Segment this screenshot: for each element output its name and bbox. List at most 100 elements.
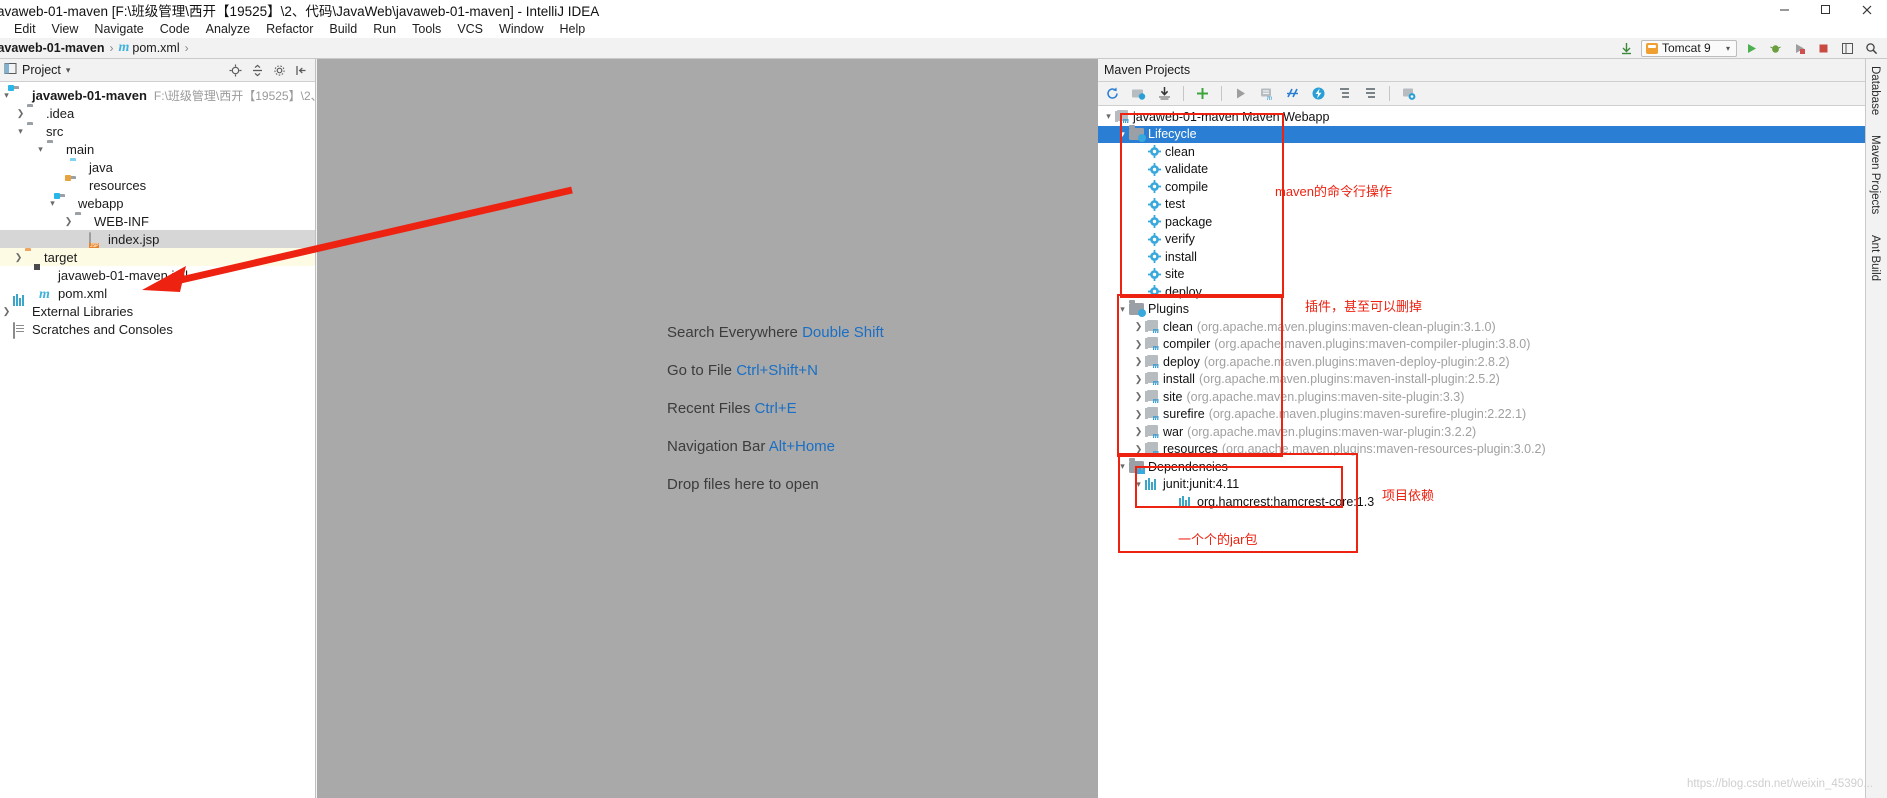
tree-row-external-libraries[interactable]: ❯ External Libraries <box>0 293 315 320</box>
show-settings-icon[interactable] <box>1398 84 1419 104</box>
tree-row-idea[interactable]: ❯ .idea <box>0 104 315 122</box>
menu-item-view[interactable]: View <box>44 19 87 38</box>
tree-row-resources[interactable]: ❯ resources <box>0 174 315 194</box>
maven-row-goal-site[interactable]: site <box>1098 266 1887 284</box>
download-sources-icon[interactable] <box>1154 84 1175 104</box>
maven-row-goal-deploy[interactable]: deploy <box>1098 283 1887 301</box>
breadcrumb-item-pom[interactable]: m pom.xml <box>118 40 179 56</box>
run-icon[interactable] <box>1230 84 1251 104</box>
chevron-right-icon[interactable]: ❯ <box>1132 335 1145 353</box>
maven-row-plugin-clean[interactable]: ❯ m clean (org.apache.maven.plugins:mave… <box>1098 318 1887 336</box>
maven-row-plugin-war[interactable]: ❯ m war (org.apache.maven.plugins:maven-… <box>1098 423 1887 441</box>
layout-icon[interactable] <box>1838 40 1857 57</box>
chevron-right-icon[interactable]: ❯ <box>1132 423 1145 441</box>
menu-item-analyze[interactable]: Analyze <box>198 19 258 38</box>
tree-row-src[interactable]: ▾ src <box>0 122 315 140</box>
chevron-down-icon[interactable]: ▾ <box>14 122 27 140</box>
stop-button[interactable] <box>1814 40 1833 57</box>
run-button[interactable] <box>1742 40 1761 57</box>
debug-button[interactable] <box>1766 40 1785 57</box>
maven-row-lifecycle[interactable]: ▾ Lifecycle <box>1098 125 1887 143</box>
tree-row-webapp[interactable]: ▾ webapp <box>0 192 315 212</box>
chevron-down-icon[interactable]: ▾ <box>34 140 47 158</box>
tree-row-index-jsp[interactable]: ❯ index.jsp <box>0 230 315 249</box>
search-icon[interactable] <box>1862 40 1881 57</box>
maven-row-dependency-junit[interactable]: ▾ junit:junit:4.11 <box>1098 476 1887 494</box>
download-icon[interactable] <box>1617 40 1636 57</box>
hide-icon[interactable] <box>293 62 309 78</box>
menu-item-refactor[interactable]: Refactor <box>258 19 321 38</box>
breadcrumb-item-project[interactable]: javaweb-01-maven <box>0 41 104 55</box>
collapse-icon[interactable] <box>1334 84 1355 104</box>
maven-row-dependencies[interactable]: ▾ Dependencies <box>1098 457 1887 476</box>
maven-row-goal-validate[interactable]: validate <box>1098 161 1887 179</box>
menu-item-window[interactable]: Window <box>491 19 551 38</box>
tree-row-java[interactable]: ❯ java <box>0 158 315 176</box>
chevron-down-icon[interactable]: ▾ <box>1116 300 1129 318</box>
add-maven-project-icon[interactable] <box>1192 84 1213 104</box>
chevron-down-icon[interactable]: ▾ <box>1116 458 1129 476</box>
chevron-down-icon[interactable]: ▾ <box>1132 475 1145 493</box>
reimport-icon[interactable] <box>1102 84 1123 104</box>
chevron-right-icon[interactable]: ❯ <box>1132 405 1145 423</box>
menu-item-navigate[interactable]: Navigate <box>86 19 151 38</box>
expand-icon[interactable] <box>1360 84 1381 104</box>
tree-row-main[interactable]: ▾ main <box>0 140 315 158</box>
tree-row-scratches[interactable]: ❯ Scratches and Consoles <box>0 320 315 339</box>
chevron-right-icon[interactable]: ❯ <box>62 212 75 230</box>
toggle-skip-tests-icon[interactable] <box>1282 84 1303 104</box>
tree-row-module[interactable]: ▾ javaweb-01-maven F:\班级管理\西开【19525】\2、代… <box>0 84 375 104</box>
tree-row-target[interactable]: ❯ target <box>0 248 315 266</box>
close-button[interactable] <box>1846 0 1887 19</box>
chevron-right-icon[interactable]: ❯ <box>12 248 25 266</box>
maven-row-goal-verify[interactable]: verify <box>1098 231 1887 249</box>
maven-row-plugin-surefire[interactable]: ❯ m surefire (org.apache.maven.plugins:m… <box>1098 406 1887 424</box>
maximize-button[interactable] <box>1805 0 1846 19</box>
chevron-right-icon[interactable]: ❯ <box>14 104 27 122</box>
chevron-right-icon[interactable]: ❯ <box>1132 370 1145 388</box>
execute-goal-icon[interactable]: m <box>1256 84 1277 104</box>
menu-item-help[interactable]: Help <box>551 19 593 38</box>
maven-row-dependency-hamcrest[interactable]: ❯ org.hamcrest:hamcrest-core:1.3 <box>1098 493 1887 511</box>
tool-button-database[interactable]: Database <box>1866 59 1884 122</box>
chevron-down-icon[interactable]: ▾ <box>1102 108 1115 126</box>
menu-item-tools[interactable]: Tools <box>404 19 449 38</box>
maven-row-goal-clean[interactable]: clean <box>1098 143 1887 161</box>
collapse-all-icon[interactable] <box>249 62 265 78</box>
maven-row-goal-package[interactable]: package <box>1098 213 1887 231</box>
maven-row-module[interactable]: ▾ m javaweb-01-maven Maven Webapp <box>1098 108 1887 126</box>
tool-button-maven-projects[interactable]: Maven Projects <box>1866 128 1884 221</box>
tree-row-webinf[interactable]: ❯ WEB-INF <box>0 212 315 230</box>
maven-row-plugins[interactable]: ▾ Plugins <box>1098 300 1887 319</box>
menu-item-code[interactable]: Code <box>152 19 198 38</box>
chevron-right-icon[interactable]: ❯ <box>1132 388 1145 406</box>
tree-row-iml[interactable]: ❯ javaweb-01-maven.iml <box>0 266 315 284</box>
chevron-right-icon[interactable]: ❯ <box>1132 318 1145 336</box>
minimize-button[interactable] <box>1764 0 1805 19</box>
chevron-right-icon[interactable]: ❯ <box>1132 353 1145 371</box>
maven-row-goal-install[interactable]: install <box>1098 248 1887 266</box>
menu-item-build[interactable]: Build <box>321 19 365 38</box>
maven-row-plugin-deploy[interactable]: ❯ m deploy (org.apache.maven.plugins:mav… <box>1098 353 1887 371</box>
menu-item-run[interactable]: Run <box>365 19 404 38</box>
run-with-coverage-button[interactable] <box>1790 40 1809 57</box>
tree-row-pom[interactable]: ❯ m pom.xml <box>0 284 315 302</box>
maven-row-goal-compile[interactable]: compile <box>1098 178 1887 196</box>
menu-item-edit[interactable]: Edit <box>6 19 44 38</box>
tool-button-ant-build[interactable]: Ant Build <box>1866 228 1884 288</box>
chevron-right-icon[interactable]: ❯ <box>1132 440 1145 458</box>
chevron-down-icon[interactable]: ▾ <box>1116 125 1129 143</box>
locate-icon[interactable] <box>227 62 243 78</box>
maven-row-plugin-site[interactable]: ❯ m site (org.apache.maven.plugins:maven… <box>1098 388 1887 406</box>
menu-item-vcs[interactable]: VCS <box>449 19 491 38</box>
maven-row-plugin-resources[interactable]: ❯ m resources (org.apache.maven.plugins:… <box>1098 441 1887 459</box>
chevron-right-icon[interactable]: ❯ <box>0 302 13 320</box>
toggle-offline-icon[interactable] <box>1308 84 1329 104</box>
gear-icon[interactable] <box>271 62 287 78</box>
chevron-down-icon[interactable]: ▾ <box>66 65 71 76</box>
run-configuration-selector[interactable]: Tomcat 9 ▾ <box>1641 39 1737 57</box>
maven-row-plugin-install[interactable]: ❯ m install (org.apache.maven.plugins:ma… <box>1098 371 1887 389</box>
generate-sources-icon[interactable] <box>1128 84 1149 104</box>
maven-row-goal-test[interactable]: test <box>1098 196 1887 214</box>
maven-row-plugin-compiler[interactable]: ❯ m compiler (org.apache.maven.plugins:m… <box>1098 336 1887 354</box>
